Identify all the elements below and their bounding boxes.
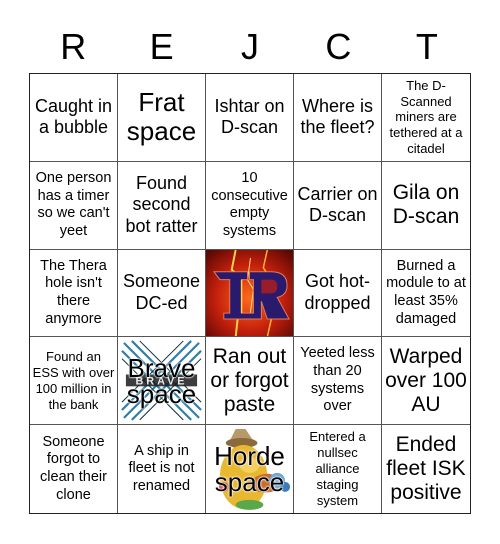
- cell-text: Gila on D-scan: [392, 181, 460, 229]
- bingo-cell[interactable]: Someone DC-ed: [118, 249, 206, 338]
- header-letter-r: R: [60, 26, 87, 67]
- free-space-cell[interactable]: [206, 249, 294, 338]
- bingo-cell[interactable]: The Thera hole isn't there anymore: [30, 249, 118, 338]
- cell-text: Carrier on D-scan: [297, 183, 378, 226]
- cell-text: 10 consecutive empty systems: [211, 169, 288, 239]
- cell-text: Ran out or forgot paste: [210, 344, 289, 416]
- bingo-cell[interactable]: BRAVE Brave space: [118, 337, 206, 426]
- bingo-cell[interactable]: 10 consecutive empty systems: [206, 161, 294, 250]
- bingo-cell[interactable]: Entered a nullsec alliance staging syste…: [294, 425, 382, 513]
- header-letter-j: J: [241, 26, 260, 67]
- cell-text: Horde space: [214, 441, 285, 498]
- bingo-cell[interactable]: The D-Scanned miners are tethered at a c…: [382, 74, 470, 162]
- bingo-cell[interactable]: Someone forgot to clean their clone: [30, 425, 118, 513]
- cell-text: Burned a module to at least 35% damaged: [386, 257, 466, 327]
- bingo-cell[interactable]: Burned a module to at least 35% damaged: [382, 250, 470, 338]
- header-letter-e: E: [149, 26, 174, 67]
- bingo-grid: Caught in a bubble Frat space Ishtar on …: [29, 73, 471, 514]
- cell-text: Caught in a bubble: [34, 95, 113, 138]
- cell-text: The Thera hole isn't there anymore: [40, 257, 107, 327]
- cell-text: Where is the fleet?: [300, 95, 375, 138]
- cell-text: Frat space: [126, 87, 197, 147]
- cell-text: Someone DC-ed: [122, 271, 201, 313]
- bingo-cell[interactable]: Ran out or forgot paste: [206, 337, 294, 426]
- bingo-header: R E J C T: [29, 22, 471, 72]
- bingo-cell[interactable]: Gila on D-scan: [382, 162, 470, 250]
- header-letter-t: T: [415, 26, 438, 67]
- bingo-cell[interactable]: Found an ESS with over 100 million in th…: [30, 337, 118, 426]
- cell-text: Warped over 100 AU: [385, 344, 467, 416]
- bingo-cell[interactable]: One person has a timer so we can't yeet: [30, 161, 118, 250]
- bingo-cell[interactable]: Found second bot ratter: [118, 161, 206, 250]
- cell-text: One person has a timer so we can't yeet: [35, 169, 112, 239]
- bingo-cell[interactable]: Ended fleet ISK positive: [382, 425, 470, 513]
- cell-text: Entered a nullsec alliance staging syste…: [309, 429, 366, 508]
- cell-text: Ishtar on D-scan: [214, 95, 285, 138]
- bingo-cell[interactable]: Ishtar on D-scan: [206, 74, 294, 162]
- bingo-cell[interactable]: Warped over 100 AU: [382, 337, 470, 426]
- cell-text: Someone forgot to clean their clone: [40, 433, 107, 503]
- cell-text: Found second bot ratter: [125, 172, 198, 236]
- bingo-cell[interactable]: Carrier on D-scan: [294, 161, 382, 250]
- bingo-cell[interactable]: Yeeted less than 20 systems over: [294, 337, 382, 426]
- bingo-cell[interactable]: Horde space: [206, 425, 294, 513]
- cell-text: The D-Scanned miners are tethered at a c…: [389, 77, 463, 157]
- bingo-cell[interactable]: Where is the fleet?: [294, 74, 382, 162]
- alliance-logo-icon: [206, 249, 293, 337]
- bingo-cell[interactable]: Caught in a bubble: [30, 74, 118, 162]
- cell-text: Brave space: [126, 352, 197, 409]
- cell-text: A ship in fleet is not renamed: [128, 442, 195, 494]
- cell-text: Ended fleet ISK positive: [386, 433, 466, 505]
- bingo-cell[interactable]: A ship in fleet is not renamed: [118, 425, 206, 513]
- cell-text: Found an ESS with over 100 million in th…: [32, 349, 115, 412]
- cell-text: Got hot-dropped: [304, 271, 371, 313]
- bingo-cell[interactable]: Frat space: [118, 74, 206, 162]
- cell-text: Yeeted less than 20 systems over: [300, 345, 375, 415]
- header-letter-c: C: [325, 26, 352, 67]
- bingo-cell[interactable]: Got hot-dropped: [294, 249, 382, 338]
